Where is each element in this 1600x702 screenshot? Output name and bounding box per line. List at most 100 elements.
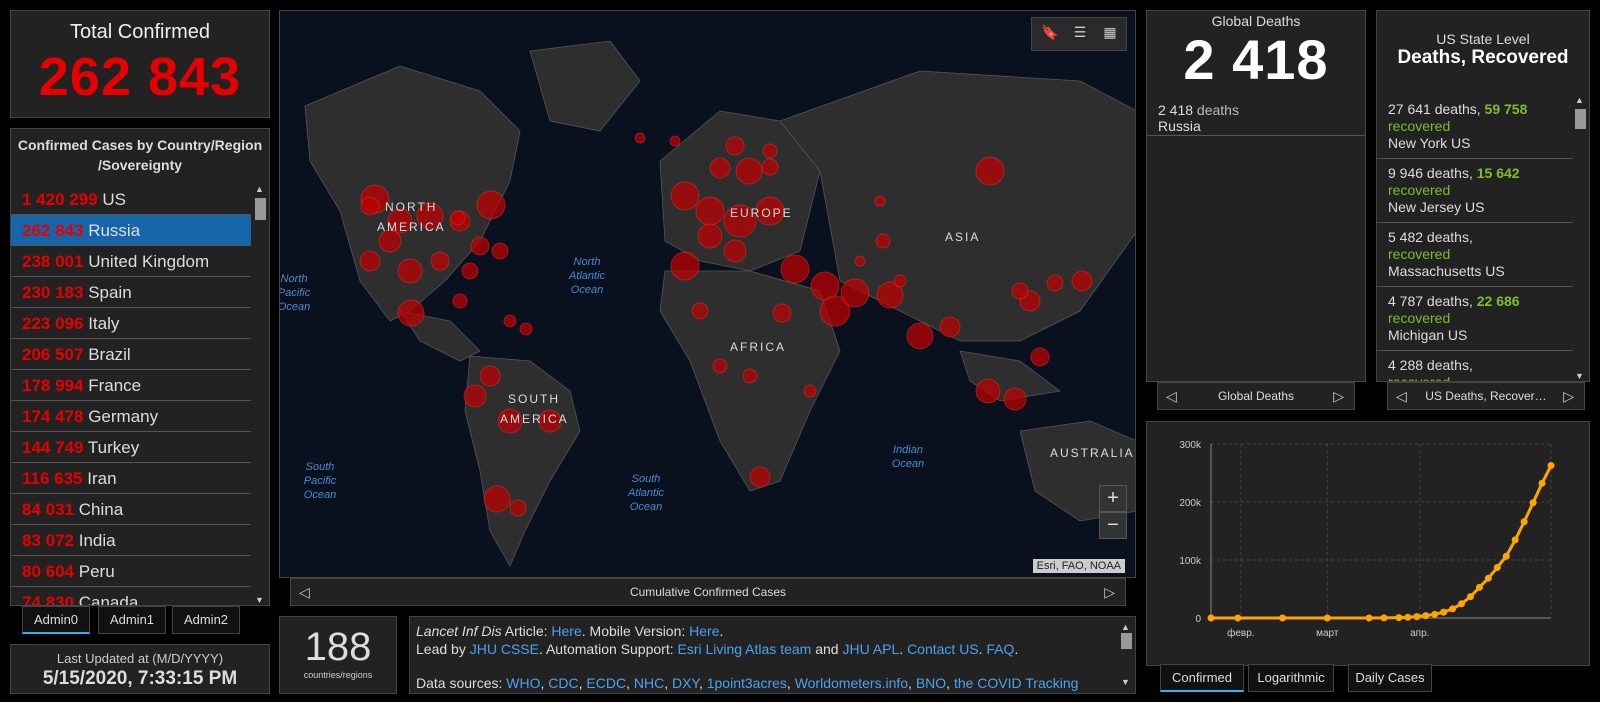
country-row[interactable]: 178 994 France — [11, 370, 251, 401]
scrollbar-thumb[interactable] — [1121, 633, 1132, 649]
contact-link[interactable]: Contact US — [907, 641, 979, 657]
article-link[interactable]: Here — [551, 623, 581, 639]
data-source-link[interactable]: CDC — [548, 675, 578, 691]
next-arrow-icon[interactable]: ▷ — [1104, 579, 1115, 605]
country-name: Italy — [88, 314, 120, 333]
data-source-link[interactable]: NHC — [634, 675, 664, 691]
data-source-link[interactable]: 1point3acres — [707, 675, 787, 691]
confirmed-data-point — [1458, 600, 1466, 608]
country-list-scrollbar[interactable]: ▲ ▼ — [253, 184, 267, 605]
zoom-out-button[interactable]: − — [1099, 512, 1127, 539]
y-tick-label: 200k — [1179, 498, 1202, 509]
country-row[interactable]: 116 635 Iran — [11, 463, 251, 494]
scroll-down-icon[interactable]: ▼ — [255, 595, 264, 605]
country-row[interactable]: 206 507 Brazil — [11, 339, 251, 370]
confirmed-data-point — [1431, 610, 1439, 618]
confirmed-data-point — [1413, 613, 1421, 621]
total-confirmed-title: Total Confirmed — [69, 21, 211, 43]
svg-text:Atlantic: Atlantic — [627, 487, 665, 499]
scrollbar-thumb[interactable] — [255, 198, 266, 220]
scrollbar-thumb[interactable] — [1575, 109, 1586, 129]
global-deaths-row[interactable]: 2 418 deaths Russia — [1147, 96, 1365, 136]
scroll-up-icon[interactable]: ▲ — [1575, 95, 1584, 105]
separator: , — [908, 675, 916, 691]
country-name: US — [102, 190, 126, 209]
total-confirmed-panel: Total Confirmed 262 843 — [10, 10, 270, 118]
separator: , — [626, 675, 634, 691]
country-row[interactable]: 223 096 Italy — [11, 308, 251, 339]
data-source-link[interactable]: BNO — [916, 675, 946, 691]
tab-admin2[interactable]: Admin2 — [172, 606, 240, 634]
country-row[interactable]: 174 478 Germany — [11, 401, 251, 432]
country-count: 206 507 — [22, 345, 84, 364]
state-deaths: 4 787 deaths, — [1388, 293, 1477, 309]
country-count: 144 749 — [22, 438, 84, 457]
legend-list-icon[interactable]: ☰ — [1070, 24, 1090, 44]
confirmed-data-point — [1502, 552, 1510, 560]
confirmed-data-point — [1493, 563, 1501, 571]
tab-daily-cases[interactable]: Daily Cases — [1348, 664, 1432, 692]
scroll-up-icon[interactable]: ▲ — [255, 184, 264, 194]
country-row[interactable]: 83 072 India — [11, 525, 251, 556]
us-deaths-list[interactable]: 27 641 deaths, 59 758 recovered New York U… — [1377, 95, 1573, 381]
jhu-apl-link[interactable]: JHU APL — [842, 641, 899, 657]
x-tick-label: апр. — [1410, 628, 1429, 639]
country-row[interactable]: 84 031 China — [11, 494, 251, 525]
tab-admin0[interactable]: Admin0 — [22, 606, 90, 634]
prev-arrow-icon[interactable]: ◁ — [1396, 383, 1407, 409]
tab-confirmed[interactable]: Confirmed — [1160, 664, 1244, 692]
confirmed-data-point — [1395, 614, 1403, 622]
us-deaths-footer: ◁ US Deaths, Recover… ▷ — [1387, 382, 1585, 410]
svg-text:Pacific: Pacific — [304, 475, 337, 487]
next-arrow-icon[interactable]: ▷ — [1333, 383, 1344, 409]
prev-arrow-icon[interactable]: ◁ — [1166, 383, 1177, 409]
country-row[interactable]: 238 001 United Kingdom — [11, 246, 251, 277]
country-row[interactable]: 230 183 Spain — [11, 277, 251, 308]
zoom-in-button[interactable]: + — [1099, 485, 1127, 512]
countries-count-label: countries/regions — [303, 670, 373, 680]
country-list[interactable]: 1 420 299 US 262 843 Russia 238 001 United… — [11, 184, 251, 605]
world-map[interactable]: NORTH AMERICA SOUTH AMERICA EUROPE AFRIC… — [279, 10, 1136, 578]
country-count: 84 031 — [22, 500, 74, 519]
data-source-link[interactable]: the COVID Tracking — [954, 675, 1079, 691]
svg-text:Indian: Indian — [893, 444, 923, 456]
esri-link[interactable]: Esri Living Atlas team — [677, 641, 811, 657]
data-source-link[interactable]: DXY — [672, 675, 699, 691]
country-row[interactable]: 1 420 299 US — [11, 184, 251, 215]
data-source-link[interactable]: ECDC — [586, 675, 626, 691]
prev-arrow-icon[interactable]: ◁ — [299, 579, 310, 605]
country-row[interactable]: 262 843 Russia — [11, 215, 251, 246]
us-state-row[interactable]: 27 641 deaths, 59 758 recovered New York U… — [1377, 95, 1573, 159]
data-source-link[interactable]: Worldometers.info — [795, 675, 908, 691]
confirmed-data-point — [1475, 583, 1483, 591]
confirmed-chart[interactable]: 0 100k 200k 300k февр. март апр. — [1147, 422, 1591, 667]
scroll-down-icon[interactable]: ▼ — [1575, 371, 1584, 381]
info-text: and — [811, 640, 843, 657]
svg-text:Ocean: Ocean — [892, 458, 924, 470]
scroll-down-icon[interactable]: ▼ — [1121, 674, 1130, 692]
info-scrollbar[interactable]: ▲ ▼ — [1119, 619, 1133, 691]
tab-logarithmic[interactable]: Logarithmic — [1248, 664, 1334, 692]
bookmark-icon[interactable]: 🔖 — [1040, 24, 1060, 44]
us-state-row[interactable]: 4 288 deaths, recoveredPennsylvania US — [1377, 351, 1573, 381]
us-state-row[interactable]: 9 946 deaths, 15 642 recovered New Jersey … — [1377, 159, 1573, 223]
country-row[interactable]: 144 749 Turkey — [11, 432, 251, 463]
mobile-link[interactable]: Here — [689, 623, 719, 639]
country-count: 116 635 — [22, 469, 83, 488]
country-row[interactable]: 80 604 Peru — [11, 556, 251, 587]
faq-link[interactable]: FAQ — [986, 641, 1014, 657]
next-arrow-icon[interactable]: ▷ — [1563, 383, 1574, 409]
qr-code-icon[interactable]: ▦ — [1100, 24, 1120, 44]
us-list-scrollbar[interactable]: ▲ ▼ — [1573, 95, 1587, 381]
info-text: Article: — [501, 623, 552, 639]
map-canvas[interactable]: NORTH AMERICA SOUTH AMERICA EUROPE AFRIC… — [280, 11, 1136, 578]
confirmed-data-point — [1529, 499, 1537, 507]
data-source-link[interactable]: WHO — [506, 675, 540, 691]
country-name: France — [88, 376, 142, 395]
tab-admin1[interactable]: Admin1 — [98, 606, 166, 634]
jhu-csse-link[interactable]: JHU CSSE — [470, 641, 539, 657]
us-state-row[interactable]: 4 787 deaths, 22 686 recovered Michigan US — [1377, 287, 1573, 351]
country-row[interactable]: 74 830 Canada — [11, 587, 251, 605]
us-state-row[interactable]: 5 482 deaths, recovered Massachusetts US — [1377, 223, 1573, 287]
state-deaths: 4 288 deaths, — [1388, 357, 1473, 373]
